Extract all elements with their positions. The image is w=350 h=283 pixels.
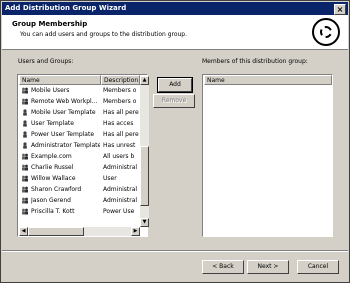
group-icon [21,208,29,215]
list-item[interactable]: Remote Web Workpl... Members o [18,97,139,106]
list-item[interactable]: Power User Template Has all pere [18,130,139,139]
list-item[interactable]: User Template Has acces [18,119,139,128]
group-icon [21,153,29,160]
group-icon [21,175,29,182]
list-item-description: Has acces [103,120,134,127]
back-button[interactable]: < Back [202,260,244,274]
list-item-name: Administrator Template [31,142,100,149]
list-item-description: Administral [103,164,138,171]
list-item-name: Mobile Users [31,87,70,94]
members-label: Members of this distribution group: [202,58,308,65]
column-header-description[interactable]: Description ▲ [101,75,140,85]
scroll-down-button[interactable]: ▼ [140,218,149,227]
list-item-description: All users b [103,153,135,160]
remove-button[interactable]: Remove [153,94,195,108]
page-subtitle: You can add users and groups to the dist… [20,31,188,38]
list-item-description: User [103,175,117,182]
vertical-scrollbar[interactable]: ▲ ▼ [140,76,149,227]
list-item-description: Administral [103,197,138,204]
list-item-name: User Template [31,120,74,127]
user-icon [21,131,29,138]
list-item[interactable]: Example.com All users b [18,152,139,161]
list-item[interactable]: Mobile Users Members o [18,86,139,95]
column-header-member-name[interactable]: Name [204,75,332,85]
group-icon [21,87,29,94]
window-title: Add Distribution Group Wizard [5,4,127,12]
list-item-name: Priscilla T. Kott [31,208,75,215]
list-item[interactable]: Charlie Russel Administral [18,163,139,172]
list-item-description: Members o [103,87,137,94]
horizontal-scrollbar[interactable]: ◀ ▶ [19,227,140,236]
list-item[interactable]: Mobile User Template Has all pere [18,108,139,117]
next-button[interactable]: Next > [247,260,289,274]
list-item-name: Remote Web Workpl... [31,98,98,105]
list-item-description: Power Use [103,208,135,215]
scroll-right-button[interactable]: ▶ [131,227,140,236]
list-item[interactable]: Administrator Template Has unrest [18,141,139,150]
list-item-name: Power User Template [31,131,95,138]
footer-separator [2,250,348,252]
group-icon [21,186,29,193]
group-icon [21,164,29,171]
list-item-description: Administral [103,186,138,193]
user-icon [21,120,29,127]
group-icon [21,98,29,105]
scroll-thumb[interactable] [140,146,149,206]
page-title: Group Membership [12,20,88,28]
group-icon [21,197,29,204]
wizard-header: Group Membership You can add users and g… [2,15,348,50]
scroll-left-button[interactable]: ◀ [19,227,28,236]
scroll-up-button[interactable]: ▲ [140,76,149,85]
list-item-name: Example.com [31,153,72,160]
members-list[interactable]: Name [202,74,333,237]
list-item-name: Sharon Crawford [31,186,82,193]
user-icon [21,142,29,149]
close-button[interactable]: × [334,4,346,15]
list-item-description: Has all pere [103,131,139,138]
horizontal-scroll-thumb[interactable] [28,227,84,236]
column-header-name[interactable]: Name [19,75,101,85]
add-button[interactable]: Add [157,77,193,93]
list-item[interactable]: Willow Wallace User [18,174,139,183]
list-item-name: Jason Gerend [31,197,71,204]
wizard-window: Add Distribution Group Wizard × Group Me… [0,0,350,283]
wizard-emblem-icon [312,18,340,46]
list-item-description: Has unrest [103,142,136,149]
list-item-description: Has all pere [103,109,139,116]
users-groups-list[interactable]: Name Description ▲ Mobile Users Members o… [17,74,149,237]
list-item[interactable]: Sharon Crawford Administral [18,185,139,194]
cancel-button[interactable]: Cancel [297,260,339,274]
list-item[interactable]: Priscilla T. Kott Power Use [18,207,139,216]
list-item-name: Charlie Russel [31,164,74,171]
list-item-name: Willow Wallace [31,175,76,182]
list-item-description: Members o [103,98,137,105]
list-item[interactable]: Jason Gerend Administral [18,196,139,205]
title-bar[interactable]: Add Distribution Group Wizard × [2,2,348,15]
users-and-groups-label: Users and Groups: [18,58,74,65]
list-item-name: Mobile User Template [31,109,96,116]
user-icon [21,109,29,116]
